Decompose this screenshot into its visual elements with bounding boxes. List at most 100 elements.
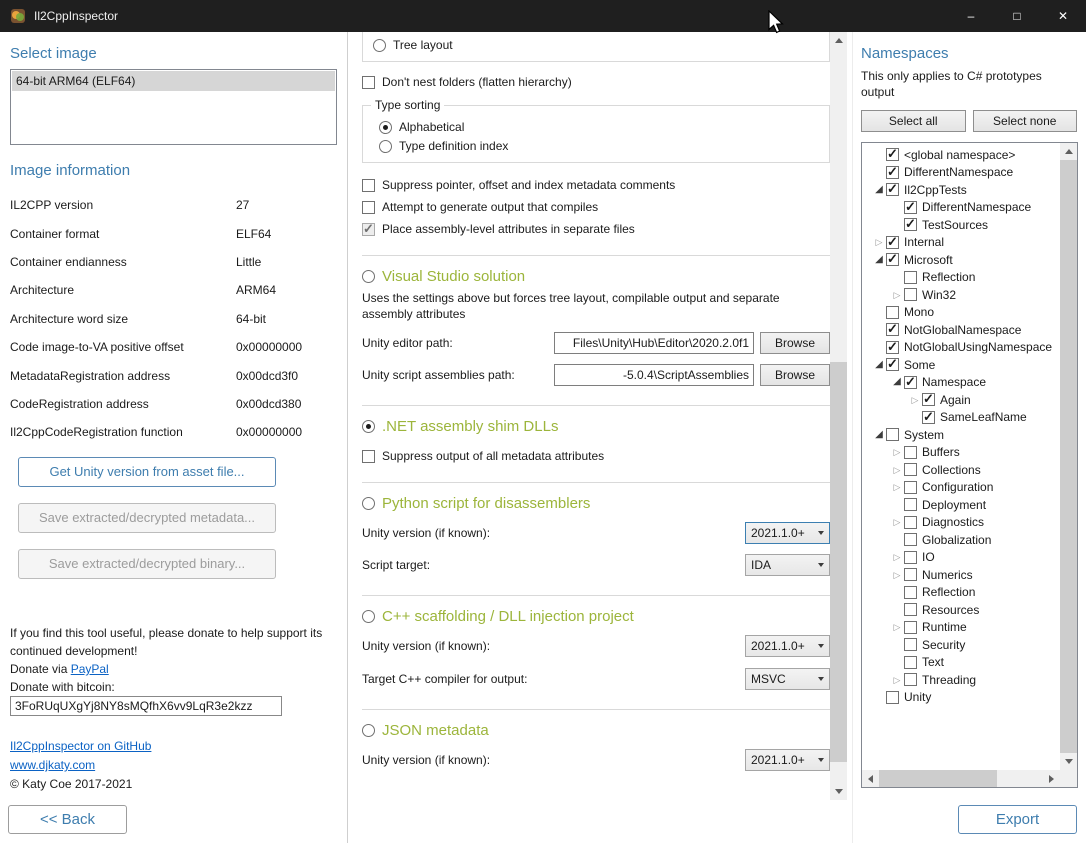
suppress-metadata-attributes-checkbox[interactable]: Suppress output of all metadata attribut…: [362, 449, 830, 463]
back-button[interactable]: << Back: [8, 805, 127, 834]
namespace-tree-item[interactable]: DifferentNamespace: [862, 199, 1060, 217]
github-link[interactable]: Il2CppInspector on GitHub: [10, 739, 151, 753]
namespace-tree-item[interactable]: Collections: [862, 461, 1060, 479]
tree-expander-icon[interactable]: [890, 550, 904, 564]
suppress-comments-checkbox[interactable]: Suppress pointer, offset and index metad…: [362, 178, 830, 192]
json-unity-version-select[interactable]: 2021.1.0+: [745, 749, 830, 771]
namespace-tree-item[interactable]: Some: [862, 356, 1060, 374]
namespace-checkbox-icon[interactable]: [886, 306, 899, 319]
close-button[interactable]: ✕: [1040, 0, 1086, 32]
namespace-checkbox-icon[interactable]: [886, 691, 899, 704]
scroll-down-icon[interactable]: [1060, 753, 1077, 770]
scroll-up-icon[interactable]: [1060, 143, 1077, 160]
tree-expander-icon[interactable]: [890, 620, 904, 634]
namespace-tree-item[interactable]: Security: [862, 636, 1060, 654]
namespace-tree-item[interactable]: DifferentNamespace: [862, 164, 1060, 182]
namespace-checkbox-icon[interactable]: [904, 516, 917, 529]
tree-vertical-scrollbar[interactable]: [1060, 143, 1077, 770]
namespace-tree-item[interactable]: Win32: [862, 286, 1060, 304]
namespace-checkbox-icon[interactable]: [904, 218, 917, 231]
scroll-down-icon[interactable]: [830, 783, 847, 800]
flatten-checkbox[interactable]: Don't nest folders (flatten hierarchy): [362, 75, 830, 89]
namespace-checkbox-icon[interactable]: [904, 586, 917, 599]
scroll-right-icon[interactable]: [1043, 770, 1060, 787]
radio-type-definition-index[interactable]: Type definition index: [379, 139, 819, 153]
namespace-checkbox-icon[interactable]: [904, 201, 917, 214]
namespace-tree-item[interactable]: Text: [862, 654, 1060, 672]
namespace-checkbox-icon[interactable]: [886, 358, 899, 371]
bitcoin-address-field[interactable]: 3FoRUqUXgYj8NY8sMQfhX6vv9LqR3e2kzz: [10, 696, 282, 716]
namespace-tree-item[interactable]: IO: [862, 549, 1060, 567]
tree-horizontal-scrollbar[interactable]: [862, 770, 1060, 787]
namespace-checkbox-icon[interactable]: [886, 253, 899, 266]
select-none-button[interactable]: Select none: [973, 110, 1078, 132]
namespace-checkbox-icon[interactable]: [904, 621, 917, 634]
get-unity-version-button[interactable]: Get Unity version from asset file...: [18, 457, 276, 487]
namespace-checkbox-icon[interactable]: [922, 411, 935, 424]
namespace-checkbox-icon[interactable]: [886, 428, 899, 441]
namespace-tree-item[interactable]: TestSources: [862, 216, 1060, 234]
select-all-button[interactable]: Select all: [861, 110, 966, 132]
scrollbar-thumb[interactable]: [1060, 160, 1077, 753]
cpp-compiler-select[interactable]: MSVC: [745, 668, 830, 690]
radio-dotnet-shim-dlls[interactable]: .NET assembly shim DLLs: [362, 418, 830, 435]
tree-expander-icon[interactable]: [890, 375, 904, 389]
namespace-tree-item[interactable]: Il2CppTests: [862, 181, 1060, 199]
namespace-tree-item[interactable]: Resources: [862, 601, 1060, 619]
tree-expander-icon[interactable]: [890, 288, 904, 302]
tree-expander-icon[interactable]: [872, 428, 886, 442]
namespace-checkbox-icon[interactable]: [904, 533, 917, 546]
namespace-checkbox-icon[interactable]: [886, 236, 899, 249]
namespace-tree-item[interactable]: Globalization: [862, 531, 1060, 549]
tree-expander-icon[interactable]: [890, 463, 904, 477]
image-listbox[interactable]: 64-bit ARM64 (ELF64): [10, 69, 337, 145]
tree-expander-icon[interactable]: [908, 393, 922, 407]
namespace-tree-item[interactable]: Again: [862, 391, 1060, 409]
options-scrollbar[interactable]: [830, 32, 847, 800]
tree-expander-icon[interactable]: [872, 183, 886, 197]
radio-python-script[interactable]: Python script for disassemblers: [362, 495, 830, 512]
namespace-tree-item[interactable]: Diagnostics: [862, 514, 1060, 532]
compilable-output-checkbox[interactable]: Attempt to generate output that compiles: [362, 200, 830, 214]
scrollbar-thumb[interactable]: [879, 770, 997, 787]
tree-expander-icon[interactable]: [872, 358, 886, 372]
namespace-checkbox-icon[interactable]: [886, 166, 899, 179]
namespace-checkbox-icon[interactable]: [904, 271, 917, 284]
tree-expander-icon[interactable]: [890, 568, 904, 582]
python-unity-version-select[interactable]: 2021.1.0+: [745, 522, 830, 544]
namespace-checkbox-icon[interactable]: [904, 463, 917, 476]
namespace-checkbox-icon[interactable]: [886, 148, 899, 161]
tree-expander-icon[interactable]: [890, 445, 904, 459]
namespace-tree-item[interactable]: Threading: [862, 671, 1060, 689]
paypal-link[interactable]: PayPal: [71, 662, 109, 676]
tree-expander-icon[interactable]: [872, 253, 886, 267]
namespace-checkbox-icon[interactable]: [904, 673, 917, 686]
script-target-select[interactable]: IDA: [745, 554, 830, 576]
namespace-tree-item[interactable]: <global namespace>: [862, 146, 1060, 164]
namespace-checkbox-icon[interactable]: [904, 568, 917, 581]
namespace-checkbox-icon[interactable]: [886, 341, 899, 354]
maximize-button[interactable]: □: [994, 0, 1040, 32]
namespace-tree-item[interactable]: Deployment: [862, 496, 1060, 514]
namespace-tree-item[interactable]: Namespace: [862, 374, 1060, 392]
namespace-tree-item[interactable]: Unity: [862, 689, 1060, 707]
namespace-checkbox-icon[interactable]: [886, 323, 899, 336]
namespace-tree-item[interactable]: Internal: [862, 234, 1060, 252]
radio-json-metadata[interactable]: JSON metadata: [362, 722, 830, 739]
namespace-checkbox-icon[interactable]: [922, 393, 935, 406]
unity-editor-path-input[interactable]: Files\Unity\Hub\Editor\2020.2.0f1: [554, 332, 754, 354]
namespace-checkbox-icon[interactable]: [904, 481, 917, 494]
namespace-tree-item[interactable]: System: [862, 426, 1060, 444]
namespace-checkbox-icon[interactable]: [886, 183, 899, 196]
export-button[interactable]: Export: [958, 805, 1077, 834]
image-list-item[interactable]: 64-bit ARM64 (ELF64): [12, 71, 335, 91]
namespace-tree-item[interactable]: Reflection: [862, 269, 1060, 287]
namespace-checkbox-icon[interactable]: [904, 288, 917, 301]
scrollbar-thumb[interactable]: [830, 362, 847, 762]
namespace-tree-item[interactable]: SameLeafName: [862, 409, 1060, 427]
radio-cpp-scaffolding[interactable]: C++ scaffolding / DLL injection project: [362, 608, 830, 625]
radio-alphabetical[interactable]: Alphabetical: [379, 120, 819, 134]
namespace-tree-item[interactable]: Mono: [862, 304, 1060, 322]
website-link[interactable]: www.djkaty.com: [10, 758, 95, 772]
namespace-tree-item[interactable]: Microsoft: [862, 251, 1060, 269]
